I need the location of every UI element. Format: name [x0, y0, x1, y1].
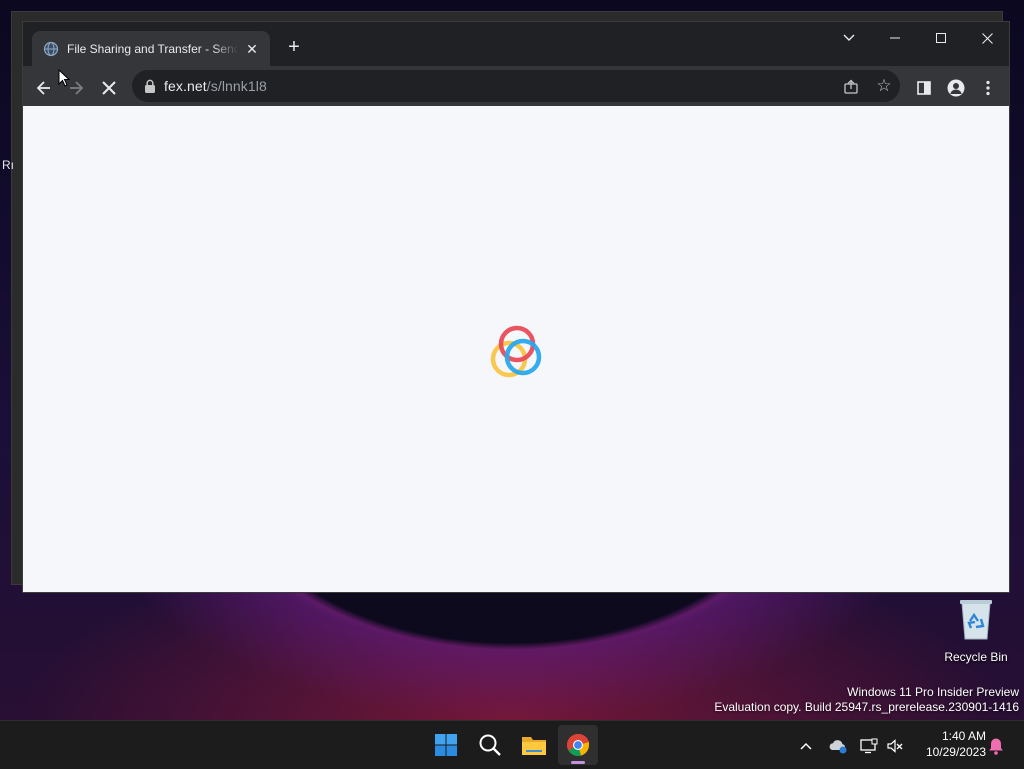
- maximize-button[interactable]: [918, 22, 964, 52]
- mouse-cursor-icon: [58, 69, 70, 87]
- tab-strip: File Sharing and Transfer - Send Files S…: [23, 22, 1009, 66]
- bookmark-star-icon[interactable]: ☆: [874, 76, 894, 96]
- onedrive-icon[interactable]: [828, 735, 848, 755]
- file-explorer-button[interactable]: [514, 725, 554, 765]
- loading-spinner: [490, 325, 542, 378]
- arrow-left-icon: [36, 81, 50, 95]
- stop-icon: [102, 81, 116, 95]
- windows-logo-icon: [435, 734, 457, 756]
- menu-button[interactable]: [974, 73, 1002, 101]
- chrome-icon: [567, 733, 589, 757]
- browser-window[interactable]: File Sharing and Transfer - Send Files S…: [22, 21, 1010, 593]
- tab-fex[interactable]: File Sharing and Transfer - Send Files S…: [32, 31, 270, 66]
- search-button[interactable]: [470, 725, 510, 765]
- arrow-right-icon: [70, 81, 84, 95]
- stop-loading-button[interactable]: [95, 73, 123, 101]
- search-icon: [479, 734, 501, 756]
- back-button[interactable]: [30, 73, 58, 101]
- background-window-peek-text: Rı: [2, 158, 14, 172]
- page-content: [23, 106, 1009, 592]
- side-panel-button[interactable]: [910, 73, 938, 101]
- watermark-line2: Evaluation copy. Build 25947.rs_prerelea…: [714, 700, 1019, 714]
- browser-toolbar: fex.net/s/lnnk1l8 ☆: [23, 66, 1009, 106]
- watermark-line1: Windows 11 Pro Insider Preview: [847, 685, 1019, 699]
- address-bar[interactable]: fex.net/s/lnnk1l8 ☆: [132, 70, 900, 102]
- recycle-bin[interactable]: Recycle Bin: [940, 597, 1012, 664]
- new-tab-button[interactable]: +: [282, 35, 306, 59]
- profile-button[interactable]: [942, 73, 970, 101]
- tab-title: File Sharing and Transfer - Send Files S…: [67, 41, 238, 56]
- fex-globe-icon: [43, 41, 59, 57]
- lock-icon: [145, 79, 155, 93]
- minimize-button[interactable]: [872, 22, 918, 52]
- windows-watermark: Windows 11 Pro Insider Preview Evaluatio…: [714, 685, 1019, 715]
- start-button[interactable]: [426, 725, 466, 765]
- taskbar: 1:40 AM 10/29/2023: [0, 720, 1024, 769]
- recycle-bin-icon: [960, 600, 992, 640]
- speaker-muted-icon[interactable]: [885, 735, 905, 755]
- display-icon[interactable]: [859, 735, 879, 755]
- chrome-taskbar-button[interactable]: [558, 725, 598, 765]
- side-panel-icon: [917, 81, 931, 96]
- clock-date: 10/29/2023: [925, 745, 986, 759]
- close-window-button[interactable]: [964, 22, 1010, 52]
- clock-time: 1:40 AM: [941, 729, 986, 743]
- avatar-icon: [947, 79, 965, 97]
- tab-search-button[interactable]: [826, 22, 872, 52]
- recycle-bin-label: Recycle Bin: [944, 650, 1008, 664]
- notification-bell-icon[interactable]: [986, 735, 1006, 755]
- url-host: fex.net: [164, 78, 207, 94]
- address-url[interactable]: fex.net/s/lnnk1l8: [164, 78, 267, 94]
- folder-icon: [522, 737, 546, 755]
- taskbar-clock[interactable]: 1:40 AM 10/29/2023: [914, 728, 986, 760]
- kebab-menu-icon: [986, 81, 990, 96]
- tray-overflow-chevron-icon[interactable]: [796, 735, 816, 755]
- url-path: /s/lnnk1l8: [206, 78, 267, 94]
- share-icon[interactable]: [841, 76, 861, 96]
- tab-close-icon[interactable]: ✕: [244, 41, 260, 57]
